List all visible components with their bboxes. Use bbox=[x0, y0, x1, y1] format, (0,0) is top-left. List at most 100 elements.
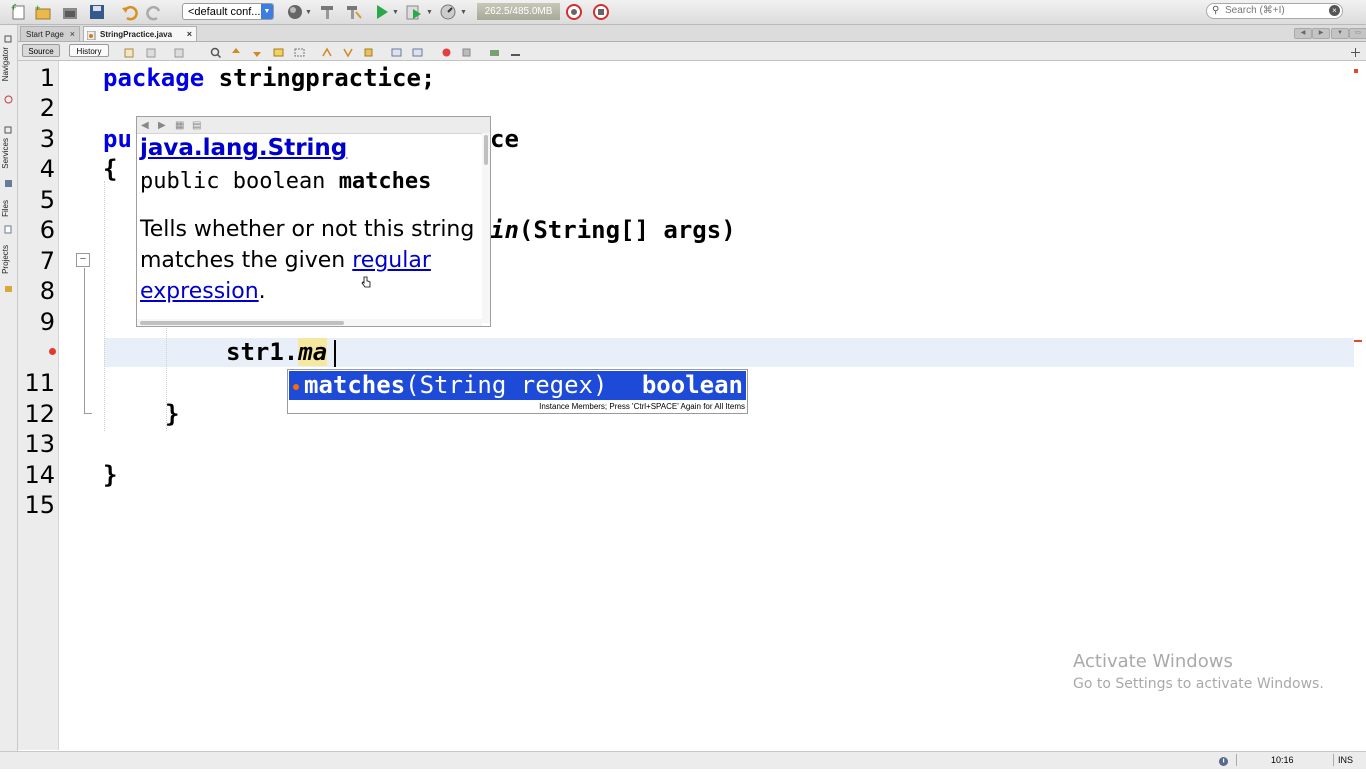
forward-arrow-icon[interactable]: ▶ bbox=[158, 120, 166, 131]
scrollbar-thumb[interactable] bbox=[140, 321, 344, 325]
line-number: 15 bbox=[24, 491, 55, 519]
chevron-down-icon: ▼ bbox=[261, 4, 273, 19]
tab-stringpractice-java[interactable]: StringPractice.java × bbox=[83, 26, 197, 41]
code-text: ce bbox=[490, 125, 519, 153]
line-number-gutter: 1 2 3 4 5 6 7 8 9 11 12 13 14 15 bbox=[18, 61, 59, 750]
keyword: package bbox=[103, 64, 205, 92]
chevron-down-icon[interactable]: ▼ bbox=[305, 9, 312, 16]
configuration-select[interactable]: <default conf... ▼ bbox=[182, 3, 274, 20]
close-icon[interactable]: × bbox=[187, 27, 192, 42]
open-in-browser-icon[interactable]: ▤ bbox=[192, 120, 201, 131]
run-icon[interactable] bbox=[373, 3, 391, 21]
build-hammer-icon[interactable] bbox=[318, 3, 336, 21]
shift-left-icon[interactable] bbox=[391, 45, 402, 57]
redo-icon[interactable] bbox=[146, 3, 164, 21]
history-button[interactable]: History bbox=[69, 44, 109, 57]
scroll-tabs-right-icon[interactable]: ▶ bbox=[1312, 28, 1330, 39]
shift-right-icon[interactable] bbox=[412, 45, 423, 57]
line-number: 12 bbox=[24, 400, 55, 428]
sidebar-item-navigator[interactable]: Navigator bbox=[1, 47, 10, 81]
profile-icon[interactable] bbox=[439, 3, 457, 21]
forward-icon[interactable] bbox=[174, 45, 185, 58]
scroll-tabs-left-icon[interactable]: ◀ bbox=[1294, 28, 1312, 39]
restore-window-icon[interactable] bbox=[4, 30, 13, 43]
line-number: 2 bbox=[39, 94, 55, 122]
hand-cursor-icon bbox=[361, 275, 371, 288]
new-project-icon[interactable]: + bbox=[34, 3, 52, 21]
navigator-icon bbox=[4, 91, 13, 104]
back-arrow-icon[interactable]: ◀ bbox=[141, 120, 149, 131]
source-button[interactable]: Source bbox=[22, 44, 60, 57]
profile-snapshot-icon[interactable] bbox=[592, 3, 610, 21]
typed-text: ma bbox=[298, 338, 328, 366]
sidebar-item-services[interactable]: Services bbox=[1, 138, 10, 169]
chevron-down-icon[interactable]: ▼ bbox=[460, 9, 467, 16]
split-window-icon[interactable] bbox=[1350, 45, 1361, 57]
error-stripe-marker[interactable] bbox=[1354, 69, 1358, 73]
scrollbar-thumb[interactable] bbox=[484, 135, 488, 165]
next-bookmark-icon[interactable] bbox=[342, 45, 353, 58]
clean-build-icon[interactable] bbox=[344, 3, 362, 21]
stop-macro-icon[interactable] bbox=[461, 45, 472, 57]
method-name: in bbox=[490, 216, 519, 244]
completion-return-type: boolean bbox=[641, 371, 743, 399]
find-previous-icon[interactable] bbox=[231, 45, 242, 56]
chevron-down-icon[interactable]: ▼ bbox=[426, 9, 433, 16]
error-stripe-marker[interactable] bbox=[1354, 340, 1362, 342]
keyword: pu bbox=[103, 125, 132, 153]
sidebar-item-files[interactable]: Files bbox=[1, 200, 10, 217]
notifications-icon[interactable] bbox=[1218, 754, 1229, 766]
memory-usage-indicator[interactable]: 262.5/485.0MB bbox=[477, 3, 560, 20]
code-text: } bbox=[103, 461, 118, 489]
close-icon[interactable]: × bbox=[70, 27, 75, 42]
clear-search-icon[interactable]: × bbox=[1329, 5, 1340, 16]
start-macro-icon[interactable] bbox=[441, 45, 452, 57]
divider bbox=[1236, 754, 1237, 766]
globe-icon[interactable] bbox=[286, 3, 304, 21]
line-number: 5 bbox=[39, 186, 55, 214]
error-icon[interactable] bbox=[49, 348, 56, 355]
code-text: } bbox=[165, 400, 180, 428]
chevron-down-icon[interactable]: ▼ bbox=[392, 9, 399, 16]
completion-hint: Instance Members; Press 'Ctrl+SPACE' Aga… bbox=[539, 402, 745, 411]
javadoc-popup[interactable]: ◀ ▶ ▦ ▤ java.lang.String public boolean … bbox=[136, 116, 491, 327]
previous-bookmark-icon[interactable] bbox=[321, 45, 332, 57]
fold-toggle-icon[interactable]: − bbox=[76, 253, 90, 267]
line-number: 4 bbox=[39, 155, 55, 183]
tab-start-page[interactable]: Start Page × bbox=[20, 26, 80, 41]
comment-icon[interactable] bbox=[489, 45, 500, 56]
activate-windows-title: Activate Windows bbox=[1073, 651, 1233, 672]
undo-icon[interactable] bbox=[120, 3, 138, 21]
find-next-icon[interactable] bbox=[252, 45, 263, 57]
svg-text:+: + bbox=[35, 3, 40, 13]
restore-window-icon[interactable] bbox=[4, 121, 13, 134]
uncomment-icon[interactable] bbox=[510, 45, 521, 56]
back-icon[interactable] bbox=[146, 45, 157, 58]
new-file-icon[interactable]: + bbox=[10, 3, 28, 21]
insert-mode[interactable]: INS bbox=[1338, 755, 1353, 765]
debug-icon[interactable] bbox=[405, 3, 423, 21]
rect-selection-icon[interactable] bbox=[294, 45, 305, 57]
code-completion-popup[interactable]: matches(String regex) boolean Instance M… bbox=[287, 369, 748, 414]
caret-position[interactable]: 10:16 bbox=[1271, 755, 1294, 765]
completion-params: (String regex) bbox=[405, 371, 608, 399]
line-number: 13 bbox=[24, 430, 55, 458]
method-icon bbox=[293, 384, 299, 390]
search-input[interactable]: ⚲ Search (⌘+I) × bbox=[1206, 3, 1343, 19]
completion-item[interactable]: matches(String regex) boolean bbox=[289, 371, 746, 400]
toggle-bookmark-icon[interactable] bbox=[363, 45, 374, 57]
save-all-icon[interactable] bbox=[88, 3, 106, 21]
show-source-icon[interactable]: ▦ bbox=[175, 120, 184, 131]
javadoc-class-link[interactable]: java.lang.String bbox=[140, 135, 347, 161]
gc-icon[interactable] bbox=[565, 3, 583, 21]
open-project-icon[interactable] bbox=[61, 3, 79, 21]
toggle-highlight-icon[interactable] bbox=[273, 45, 284, 57]
sidebar-item-projects[interactable]: Projects bbox=[1, 245, 10, 274]
show-opened-documents-icon[interactable]: ▼ bbox=[1331, 28, 1349, 39]
services-icon bbox=[4, 175, 13, 187]
find-icon[interactable] bbox=[210, 45, 222, 59]
last-edit-icon[interactable] bbox=[124, 45, 135, 58]
code-line-10: str1.ma bbox=[226, 338, 328, 366]
tab-label: StringPractice.java bbox=[100, 30, 173, 39]
maximize-window-icon[interactable]: ▭ bbox=[1349, 28, 1366, 39]
